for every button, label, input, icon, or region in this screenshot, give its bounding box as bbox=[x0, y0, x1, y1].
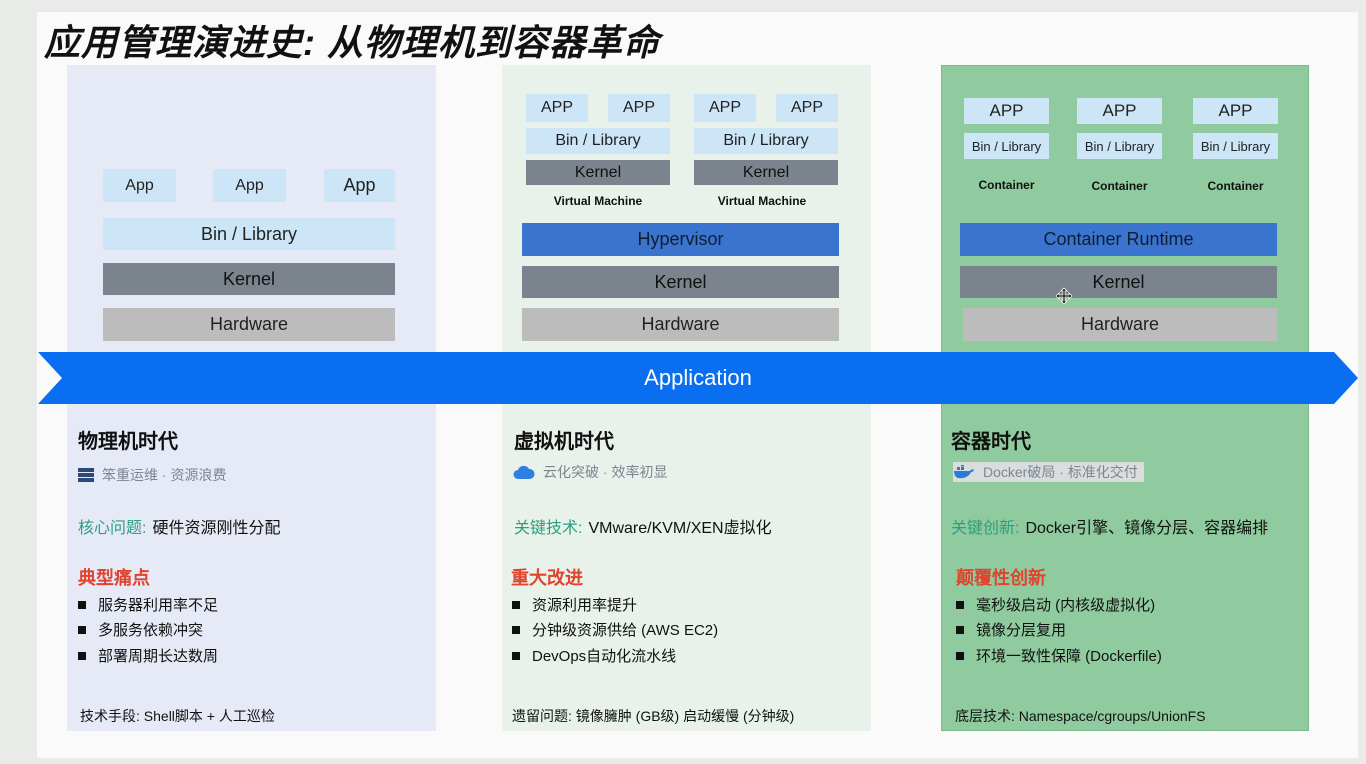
physical-bullet-1: 服务器利用率不足 bbox=[78, 594, 218, 615]
vm-bullet-3: DevOps自动化流水线 bbox=[512, 645, 676, 666]
vm-era-title: 虚拟机时代 bbox=[514, 431, 614, 453]
vm-hardware-box: Hardware bbox=[522, 308, 839, 341]
physical-bin-library-box: Bin / Library bbox=[103, 218, 395, 250]
container-app-box-1: APP bbox=[964, 98, 1049, 124]
physical-key-line: 核心问题: 硬件资源刚性分配 bbox=[78, 514, 280, 538]
vm-app-box-2: APP bbox=[608, 94, 670, 122]
container-key-value: Docker引擎、镜像分层、容器编排 bbox=[1025, 520, 1269, 537]
container-bullet-3: 环境一致性保障 (Dockerfile) bbox=[956, 645, 1162, 666]
container-kernel-box: Kernel bbox=[960, 266, 1277, 298]
container-app-box-3: APP bbox=[1193, 98, 1278, 124]
physical-section-title: 典型痛点 bbox=[78, 568, 150, 588]
vm-app-box-3: APP bbox=[694, 94, 756, 122]
container-app-box-2: APP bbox=[1077, 98, 1162, 124]
container-footer: 底层技术: Namespace/cgroups/UnionFS bbox=[955, 708, 1206, 724]
move-cursor-icon bbox=[1055, 287, 1073, 305]
vm-tagline: 云化突破 · 效率初显 bbox=[513, 462, 667, 482]
physical-tagline-text: 笨重运维 · 资源浪费 bbox=[102, 467, 227, 483]
physical-app-box-1: App bbox=[103, 169, 176, 202]
vm-label-1: Virtual Machine bbox=[553, 194, 643, 208]
vm-key-line: 关键技术: VMware/KVM/XEN虚拟化 bbox=[514, 514, 772, 538]
container-hardware-box: Hardware bbox=[963, 308, 1277, 341]
vm-key-value: VMware/KVM/XEN虚拟化 bbox=[588, 520, 772, 537]
container-label-2: Container bbox=[1091, 179, 1148, 193]
container-section-title: 颠覆性创新 bbox=[956, 568, 1046, 588]
vm-kernel-box-1: Kernel bbox=[526, 160, 670, 185]
application-arrow-label: Application bbox=[644, 365, 752, 390]
physical-kernel-box: Kernel bbox=[103, 263, 395, 295]
container-key-label: 关键创新: bbox=[951, 520, 1020, 537]
physical-tagline: 笨重运维 · 资源浪费 bbox=[78, 465, 226, 485]
vm-app-box-4: APP bbox=[776, 94, 838, 122]
physical-bullet-2: 多服务依赖冲突 bbox=[78, 619, 203, 640]
container-label-3: Container bbox=[1207, 179, 1264, 193]
container-tagline: Docker破局 · 标准化交付 bbox=[953, 462, 1144, 482]
physical-bullet-3: 部署周期长达数周 bbox=[78, 645, 218, 666]
vm-app-box-1: APP bbox=[526, 94, 588, 122]
container-era-title: 容器时代 bbox=[951, 431, 1031, 453]
container-bullet-2: 镜像分层复用 bbox=[956, 619, 1066, 640]
container-key-line: 关键创新: Docker引擎、镜像分层、容器编排 bbox=[951, 514, 1268, 538]
vm-key-label: 关键技术: bbox=[514, 520, 583, 537]
physical-key-label: 核心问题: bbox=[78, 520, 147, 537]
server-icon bbox=[78, 468, 94, 482]
physical-footer: 技术手段: Shell脚本 + 人工巡检 bbox=[80, 708, 275, 724]
container-bin-library-box-2: Bin / Library bbox=[1077, 133, 1162, 159]
container-runtime-box: Container Runtime bbox=[960, 223, 1277, 256]
container-tagline-text: Docker破局 · 标准化交付 bbox=[983, 464, 1138, 480]
docker-whale-icon bbox=[953, 465, 975, 479]
physical-era-title: 物理机时代 bbox=[78, 431, 178, 453]
vm-bullet-2: 分钟级资源供给 (AWS EC2) bbox=[512, 619, 718, 640]
physical-hardware-box: Hardware bbox=[103, 308, 395, 341]
vm-footer: 遗留问题: 镜像臃肿 (GB级) 启动缓慢 (分钟级) bbox=[512, 708, 795, 724]
physical-app-box-3: App bbox=[324, 169, 395, 202]
page-title: 应用管理演进史: 从物理机到容器革命 bbox=[44, 22, 660, 63]
vm-bullet-1: 资源利用率提升 bbox=[512, 594, 637, 615]
container-bin-library-box-3: Bin / Library bbox=[1193, 133, 1278, 159]
vm-host-kernel-box: Kernel bbox=[522, 266, 839, 298]
vm-kernel-box-2: Kernel bbox=[694, 160, 838, 185]
physical-app-box-2: App bbox=[213, 169, 286, 202]
vm-label-2: Virtual Machine bbox=[717, 194, 807, 208]
container-bullet-1: 毫秒级启动 (内核级虚拟化) bbox=[956, 594, 1155, 615]
container-bin-library-box-1: Bin / Library bbox=[964, 133, 1049, 159]
vm-bin-library-box-2: Bin / Library bbox=[694, 128, 838, 154]
container-label-1: Container bbox=[978, 178, 1035, 192]
hypervisor-box: Hypervisor bbox=[522, 223, 839, 256]
vm-tagline-text: 云化突破 · 效率初显 bbox=[543, 464, 668, 480]
cloud-icon bbox=[513, 464, 535, 480]
vm-section-title: 重大改进 bbox=[511, 568, 583, 588]
vm-bin-library-box-1: Bin / Library bbox=[526, 128, 670, 154]
physical-key-value: 硬件资源刚性分配 bbox=[152, 520, 281, 537]
